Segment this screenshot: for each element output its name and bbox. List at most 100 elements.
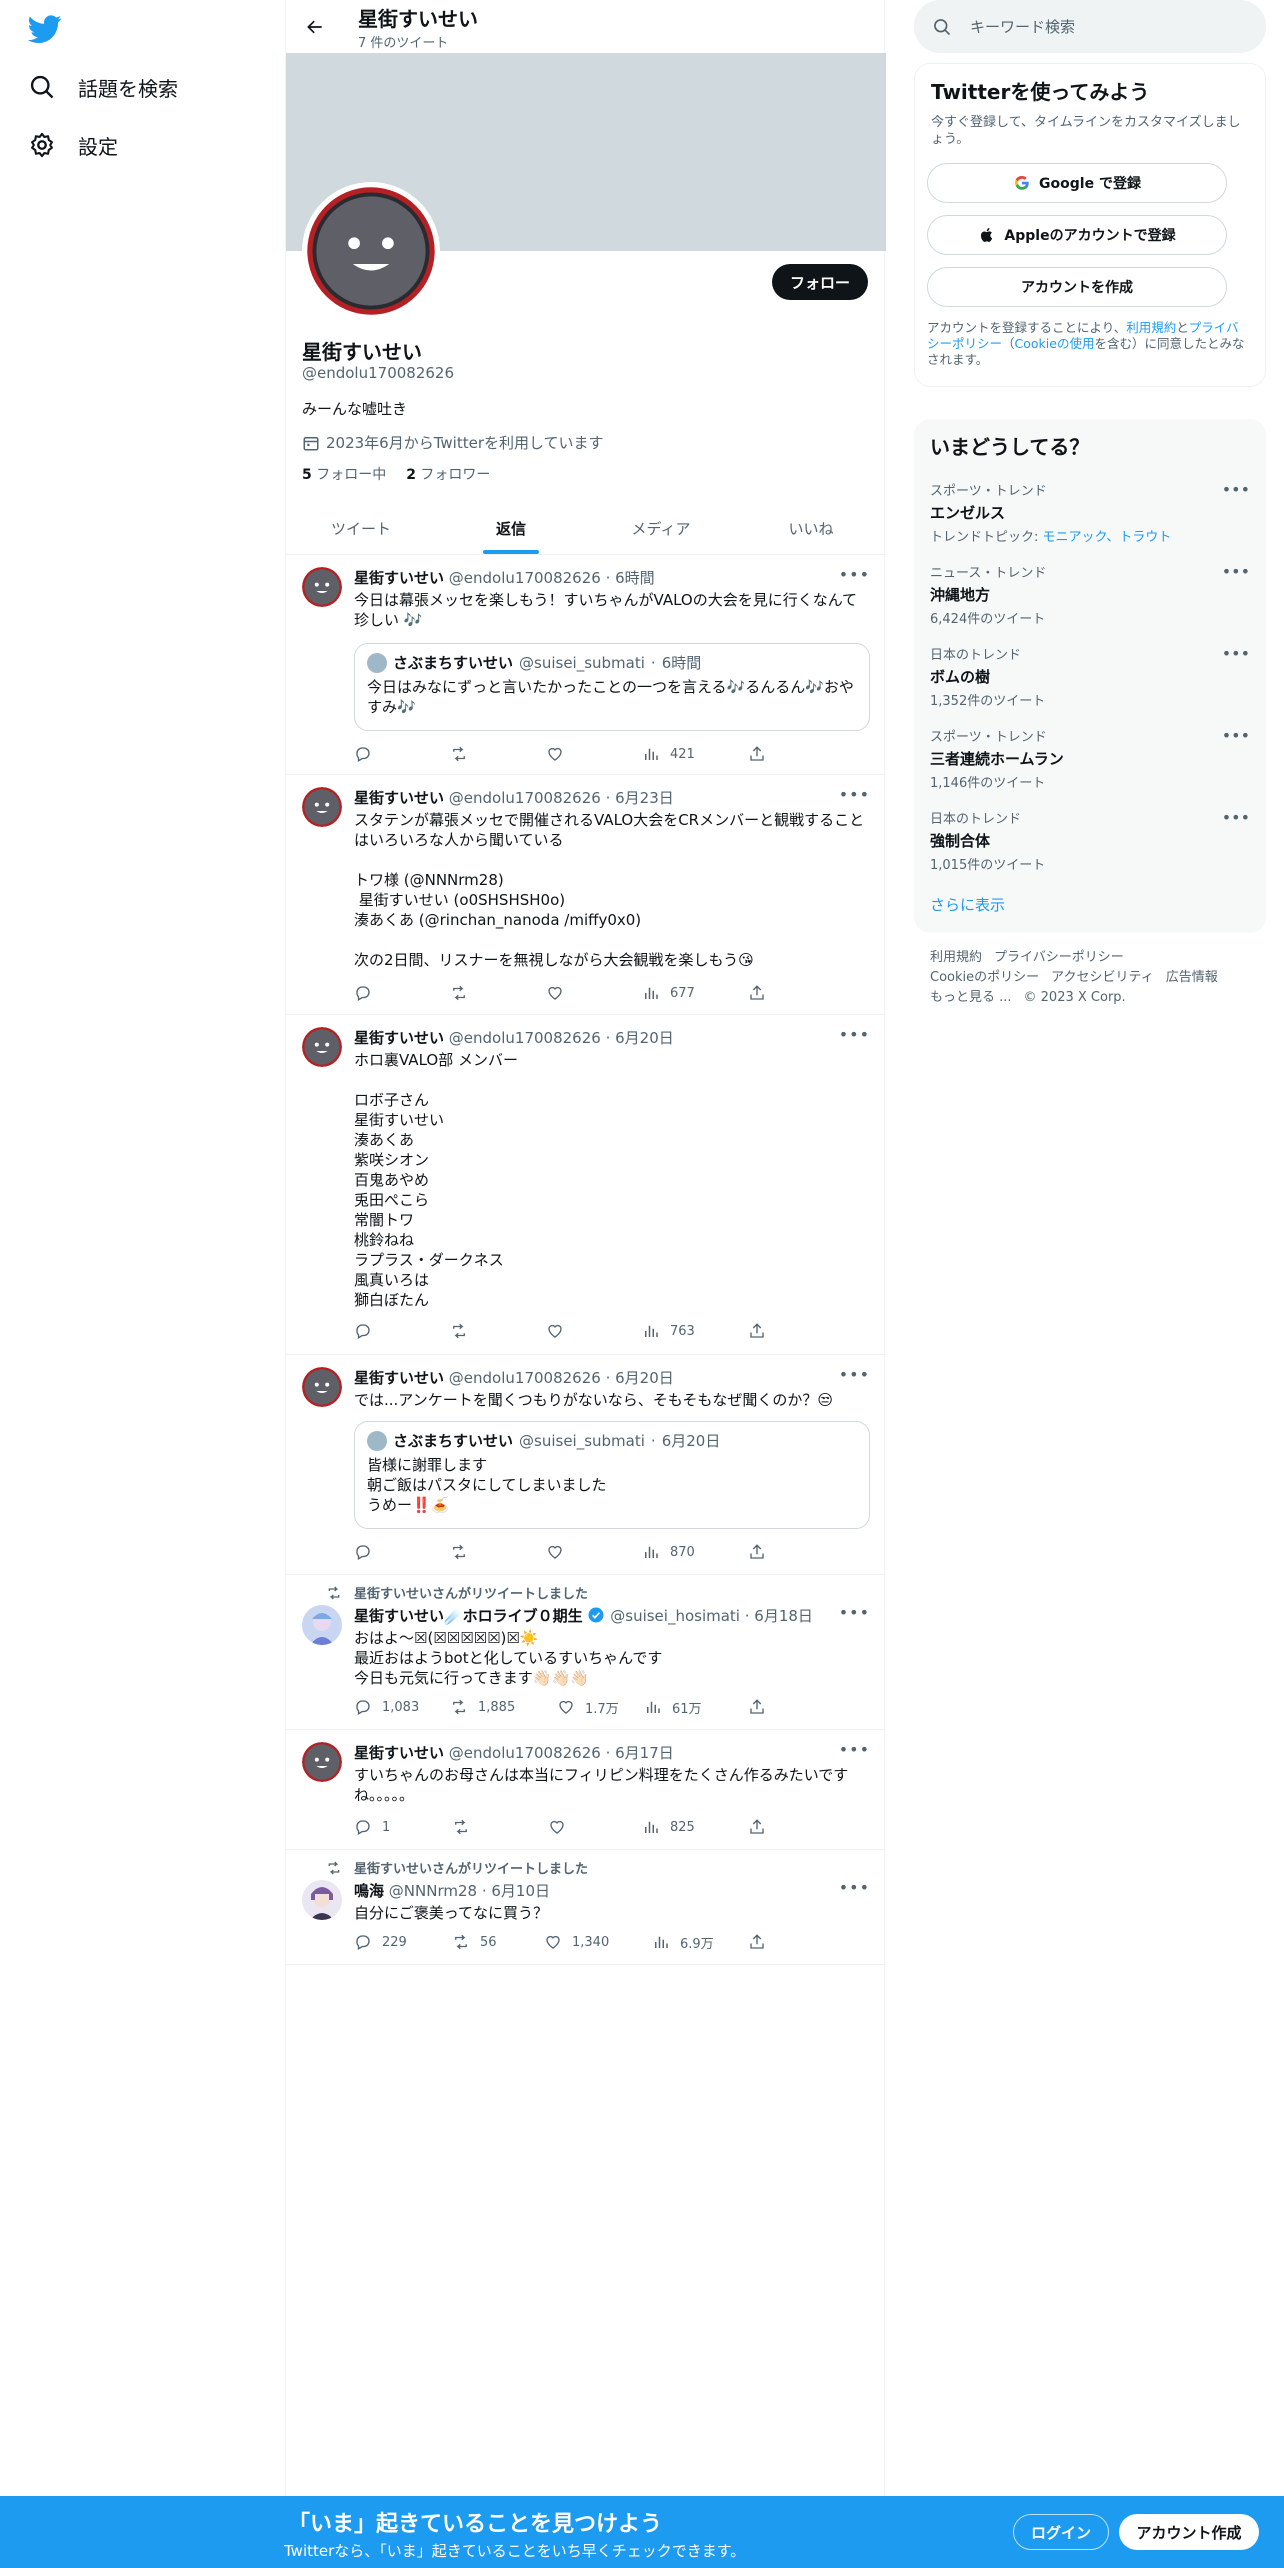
retweet-button[interactable] — [452, 1817, 470, 1837]
following-link[interactable]: 5 フォロー中 — [302, 464, 386, 484]
search-input[interactable] — [970, 17, 1230, 36]
followers-link[interactable]: 2 フォロワー — [406, 464, 490, 484]
nav-settings[interactable]: 設定 — [28, 125, 118, 165]
tweet-time[interactable]: 6時間 — [615, 569, 655, 587]
more-icon[interactable]: ••• — [839, 565, 870, 584]
share-button[interactable] — [748, 1321, 766, 1341]
tweet-time[interactable]: 6月20日 — [615, 1029, 674, 1047]
like-button[interactable] — [546, 744, 564, 764]
views-button[interactable]: 870 — [642, 1542, 695, 1562]
more-icon[interactable]: ••• — [839, 785, 870, 804]
share-button[interactable] — [748, 1932, 766, 1952]
tweet-handle[interactable]: @NNNrm28 — [389, 1882, 477, 1900]
more-icon[interactable]: ••• — [1222, 644, 1250, 663]
tab-replies[interactable]: 返信 — [436, 502, 586, 554]
reply-button[interactable]: 1,083 — [354, 1697, 419, 1717]
tweet-time[interactable]: 6月17日 — [615, 1744, 674, 1762]
search-box[interactable] — [914, 0, 1266, 53]
more-icon[interactable]: ••• — [1222, 480, 1250, 499]
tweet-author[interactable]: 星街すいせい — [354, 1744, 444, 1762]
more-icon[interactable]: ••• — [1222, 562, 1250, 581]
back-arrow-icon[interactable] — [300, 12, 330, 42]
tweet[interactable]: 星街すいせいさんがリツイートしました 鳴海 @NNNrm28 · 6月10日 •… — [286, 1850, 886, 1965]
follow-button[interactable]: フォロー — [771, 264, 868, 300]
tweet-author[interactable]: 星街すいせい☄️ホロライブ０期生 — [354, 1607, 583, 1625]
tweet-author[interactable]: 星街すいせい — [354, 789, 444, 807]
trend-item[interactable]: 日本のトレンド ボムの樹 1,352件のツイート ••• — [930, 644, 1254, 720]
tweet-time[interactable]: 6月23日 — [615, 789, 674, 807]
share-button[interactable] — [748, 1817, 766, 1837]
retweet-button[interactable] — [450, 744, 468, 764]
tweet-handle[interactable]: @endolu170082626 — [449, 569, 601, 587]
nav-explore[interactable]: 話題を検索 — [28, 67, 178, 107]
share-button[interactable] — [748, 983, 766, 1003]
like-button[interactable] — [546, 1542, 564, 1562]
tweet-author[interactable]: 星街すいせい — [354, 1029, 444, 1047]
tweet-handle[interactable]: @endolu170082626 — [449, 1369, 601, 1387]
tweet-time[interactable]: 6月18日 — [754, 1607, 813, 1625]
tweet-handle[interactable]: @endolu170082626 — [449, 789, 601, 807]
tweet[interactable]: 星街すいせい @endolu170082626 · 6月20日 ••• ホロ裏V… — [286, 1015, 886, 1355]
like-button[interactable] — [546, 1321, 564, 1341]
trend-item[interactable]: スポーツ・トレンド 三者連続ホームラン 1,146件のツイート ••• — [930, 726, 1254, 802]
views-button[interactable]: 677 — [642, 983, 695, 1003]
tweet-avatar[interactable] — [302, 1367, 342, 1407]
tweet-avatar[interactable] — [302, 1880, 342, 1920]
tweet-author[interactable]: 星街すいせい — [354, 569, 444, 587]
trend-item[interactable]: 日本のトレンド 強制合体 1,015件のツイート ••• — [930, 808, 1254, 884]
more-icon[interactable]: ••• — [839, 1365, 870, 1384]
tweet-author[interactable]: 星街すいせい — [354, 1369, 444, 1387]
trend-topic-links[interactable]: モニアック、トラウト — [1043, 530, 1172, 545]
create-account-button[interactable]: アカウントを作成 — [927, 267, 1227, 307]
more-icon[interactable]: ••• — [839, 1878, 870, 1897]
retweet-button[interactable] — [450, 983, 468, 1003]
show-more-link[interactable]: さらに表示 — [930, 894, 1005, 915]
tweet-author[interactable]: 鳴海 — [354, 1882, 384, 1900]
reply-button[interactable] — [354, 744, 372, 764]
more-icon[interactable]: ••• — [839, 1603, 870, 1622]
footer-link[interactable]: 利用規約 — [930, 950, 982, 965]
retweet-button[interactable] — [450, 1542, 468, 1562]
login-button[interactable]: ログイン — [1013, 2514, 1109, 2550]
apple-signup-button[interactable]: Appleのアカウントで登録 — [927, 215, 1227, 255]
tweet[interactable]: 星街すいせい @endolu170082626 · 6月20日 ••• では..… — [286, 1355, 886, 1575]
like-button[interactable]: 1.7万 — [557, 1697, 619, 1717]
more-icon[interactable]: ••• — [839, 1025, 870, 1044]
tweet[interactable]: 星街すいせいさんがリツイートしました 星街すいせい☄️ホロライブ０期生 @sui… — [286, 1575, 886, 1730]
retweet-button[interactable] — [450, 1321, 468, 1341]
footer-link[interactable]: アクセシビリティ — [1051, 970, 1154, 985]
footer-link[interactable]: Cookieのポリシー — [930, 970, 1039, 985]
tab-tweets[interactable]: ツイート — [286, 502, 436, 554]
footer-link[interactable]: もっと見る ... — [930, 990, 1012, 1005]
tweet-handle[interactable]: @suisei_hosimati — [610, 1607, 740, 1625]
more-icon[interactable]: ••• — [1222, 808, 1250, 827]
like-button[interactable]: 1,340 — [544, 1932, 609, 1952]
more-icon[interactable]: ••• — [1222, 726, 1250, 745]
reply-button[interactable] — [354, 1542, 372, 1562]
views-button[interactable]: 763 — [642, 1321, 695, 1341]
profile-avatar[interactable] — [302, 182, 440, 320]
more-icon[interactable]: ••• — [839, 1740, 870, 1759]
tweet-avatar[interactable] — [302, 567, 342, 607]
share-button[interactable] — [748, 1542, 766, 1562]
reply-button[interactable]: 229 — [354, 1932, 407, 1952]
views-button[interactable]: 825 — [642, 1817, 695, 1837]
like-button[interactable] — [548, 1817, 566, 1837]
tweet-avatar[interactable] — [302, 1027, 342, 1067]
views-button[interactable]: 6.9万 — [652, 1932, 714, 1952]
footer-link[interactable]: プライバシーポリシー — [994, 950, 1124, 965]
footer-link[interactable]: 広告情報 — [1166, 970, 1218, 985]
tweet-time[interactable]: 6月20日 — [615, 1369, 674, 1387]
reply-button[interactable] — [354, 983, 372, 1003]
like-button[interactable] — [546, 983, 564, 1003]
terms-link[interactable]: 利用規約 — [1126, 320, 1176, 335]
tweet[interactable]: 星街すいせい @endolu170082626 · 6月23日 ••• スタテン… — [286, 775, 886, 1015]
share-button[interactable] — [748, 1697, 766, 1717]
views-button[interactable]: 61万 — [644, 1697, 702, 1717]
tweet-handle[interactable]: @endolu170082626 — [449, 1744, 601, 1762]
trend-item[interactable]: ニュース・トレンド 沖縄地方 6,424件のツイート ••• — [930, 562, 1254, 638]
tab-likes[interactable]: いいね — [736, 502, 886, 554]
google-signup-button[interactable]: Google で登録 — [927, 163, 1227, 203]
tweet[interactable]: 星街すいせい @endolu170082626 · 6時間 ••• 今日は幕張メ… — [286, 555, 886, 775]
tweet-avatar[interactable] — [302, 787, 342, 827]
